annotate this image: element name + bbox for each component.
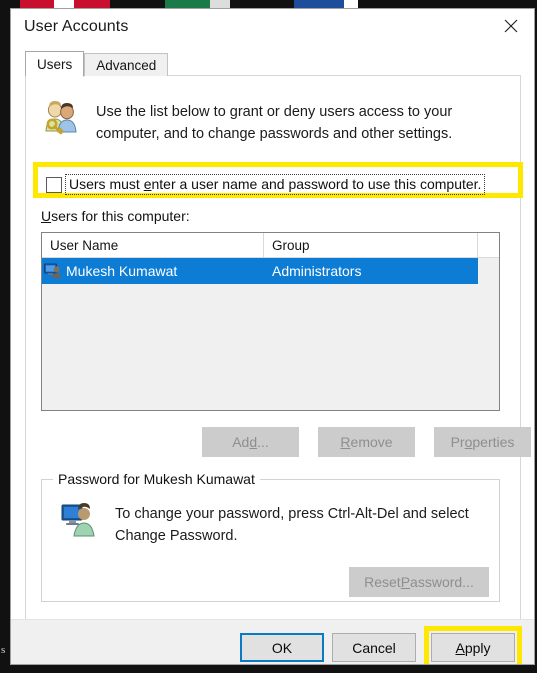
- window-title: User Accounts: [24, 18, 129, 35]
- properties-button-suffix: perties: [472, 434, 515, 450]
- password-group-body: To change your password, press Ctrl-Alt-…: [61, 502, 481, 548]
- column-header-spacer: [478, 233, 499, 257]
- remove-button-mnemonic: R: [340, 434, 351, 450]
- user-account-icon: [44, 263, 61, 278]
- panel-header-line-2: computer, and to change passwords and ot…: [96, 126, 453, 143]
- properties-button-mnemonic: o: [464, 434, 473, 450]
- require-password-label[interactable]: Users must enter a user name and passwor…: [65, 174, 486, 195]
- users-list-body: Mukesh Kumawat Administrators: [42, 258, 499, 410]
- apply-button-highlight: Apply: [424, 626, 522, 664]
- cell-user-name-text: Mukesh Kumawat: [66, 263, 178, 279]
- panel-header-text: Use the list below to grant or deny user…: [96, 98, 452, 146]
- apply-button-suffix: pply: [464, 639, 491, 656]
- panel-header-line-1: Use the list below to grant or deny user…: [96, 104, 453, 120]
- add-button-prefix: Ad: [232, 434, 250, 450]
- apply-button[interactable]: Apply: [431, 633, 515, 662]
- users-list-label-rest: sers for this computer:: [51, 208, 190, 224]
- users-tab-panel: Use the list below to grant or deny user…: [25, 75, 531, 621]
- remove-button-suffix: emove: [350, 434, 393, 450]
- tab-advanced[interactable]: Advanced: [84, 53, 169, 76]
- properties-button-prefix: Pr: [450, 434, 465, 450]
- tab-strip: Users Advanced: [25, 50, 169, 77]
- column-header-group[interactable]: Group: [264, 233, 478, 257]
- reset-password-button[interactable]: Reset Password...: [349, 567, 489, 597]
- dialog-footer: OK Cancel Apply: [11, 619, 534, 664]
- close-icon: [504, 19, 518, 33]
- require-password-label-suffix: nter a user name and password to use thi…: [151, 176, 482, 192]
- password-group-box: Password for Mukesh Kumawat To change yo…: [41, 471, 500, 602]
- user-accounts-dialog: User Accounts Users Advanced Use the lis…: [10, 8, 535, 665]
- background-text-fragment: s: [1, 644, 6, 656]
- users-list[interactable]: User Name Group Mukesh Kumawat Administr…: [41, 232, 500, 411]
- add-button-suffix: ...: [257, 434, 269, 450]
- password-group-text: To change your password, press Ctrl-Alt-…: [115, 502, 469, 548]
- tab-users[interactable]: Users: [25, 51, 85, 77]
- add-button-mnemonic: d: [249, 434, 258, 450]
- tab-users-label: Users: [37, 56, 73, 72]
- ok-button[interactable]: OK: [240, 633, 324, 662]
- password-group-title: Password for Mukesh Kumawat: [53, 471, 260, 487]
- table-row[interactable]: Mukesh Kumawat Administrators: [42, 258, 478, 284]
- panel-header: Use the list below to grant or deny user…: [41, 98, 496, 146]
- reset-password-mnemonic: P: [400, 574, 411, 590]
- add-button[interactable]: Ad d...: [202, 427, 299, 457]
- require-password-checkbox-row[interactable]: Users must enter a user name and passwor…: [46, 172, 486, 197]
- close-button[interactable]: [488, 9, 534, 43]
- tab-advanced-label: Advanced: [96, 57, 157, 73]
- cancel-button[interactable]: Cancel: [332, 633, 416, 662]
- password-text-line-2: Change Password.: [115, 527, 238, 544]
- list-action-buttons: Ad d... Remove Pr o perties: [202, 427, 531, 457]
- users-list-label: Users for this computer:: [41, 208, 190, 224]
- require-password-label-prefix: Users must: [69, 176, 144, 192]
- cell-user-name: Mukesh Kumawat: [42, 263, 264, 279]
- password-text-line-1: To change your password, press Ctrl-Alt-…: [115, 506, 469, 522]
- properties-button[interactable]: Pr o perties: [434, 427, 531, 457]
- remove-button[interactable]: Remove: [318, 427, 415, 457]
- column-header-user-name[interactable]: User Name: [42, 233, 264, 257]
- users-list-header: User Name Group: [42, 233, 499, 258]
- users-with-key-icon: [45, 101, 77, 135]
- users-list-label-mnemonic: U: [41, 208, 52, 224]
- reset-password-prefix: Reset: [364, 574, 401, 590]
- footer-buttons: OK Cancel Apply: [240, 626, 522, 664]
- apply-button-mnemonic: A: [455, 639, 465, 656]
- require-password-highlight: Users must enter a user name and passwor…: [33, 162, 523, 198]
- reset-password-suffix: assword...: [410, 574, 474, 590]
- cell-group: Administrators: [272, 263, 362, 279]
- user-monitor-icon: [61, 503, 95, 537]
- require-password-checkbox[interactable]: [46, 176, 62, 193]
- title-bar: User Accounts: [11, 9, 534, 47]
